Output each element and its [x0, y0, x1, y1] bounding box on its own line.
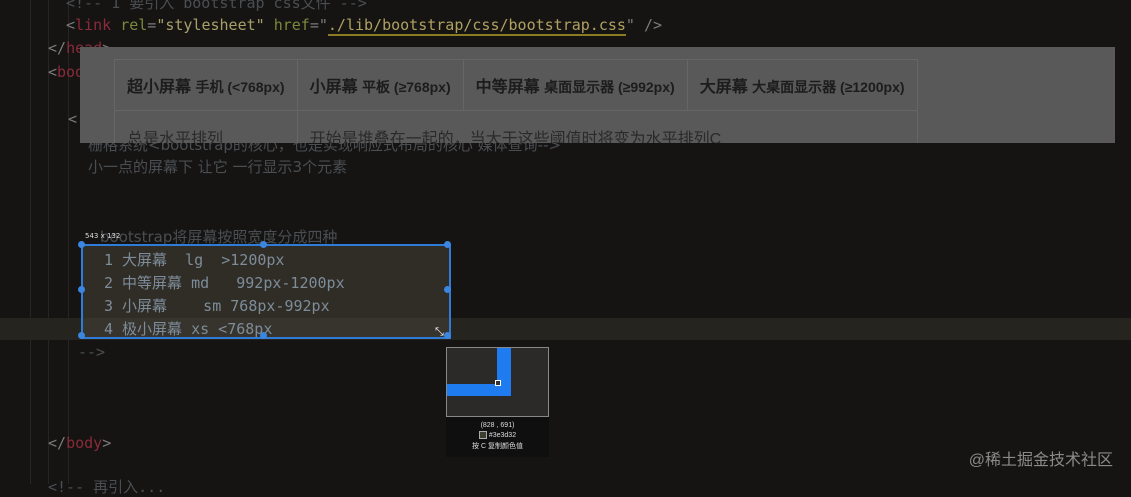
resize-handle[interactable] [444, 241, 451, 248]
color-magnifier: (828 , 691) #3e3d32 按 C 复制颜色值 [446, 347, 549, 457]
code-comment-end: --> [78, 343, 106, 361]
code-partial: <!-- 再引入... [48, 478, 166, 496]
copy-color-hint: 按 C 复制颜色值 [472, 443, 523, 450]
resize-cursor-icon: ⤡ [435, 325, 444, 338]
table-header: 大屏幕 大桌面显示器 (≥1200px) [686, 59, 918, 111]
resize-handle[interactable] [78, 286, 85, 293]
code-note: 小一点的屏幕下 让它 一行显示3个元素 [88, 158, 348, 176]
resize-handle[interactable] [444, 332, 451, 339]
table-header: 中等屏幕 桌面显示器 (≥992px) [462, 59, 688, 111]
list-item: 2 中等屏幕 md 992px-1200px [104, 274, 345, 292]
list-item: 4 极小屏幕 xs <768px [104, 320, 273, 338]
magnifier-view [446, 347, 549, 417]
list-item: 1 大屏幕 lg >1200px [104, 251, 285, 269]
resize-handle[interactable] [260, 241, 267, 248]
code-partial: < [68, 110, 78, 128]
cursor-coords: (828 , 691) [480, 422, 515, 429]
code-link-line: <link rel="stylesheet" href="./lib/boots… [66, 16, 663, 36]
resize-handle[interactable] [260, 332, 267, 339]
table-header: 超小屏幕 手机 (<768px) [114, 59, 298, 111]
table-cell: 总是水平排列 [114, 110, 298, 143]
indent-guide [30, 0, 31, 484]
code-body-close: </body> [48, 434, 112, 452]
color-value: #3e3d32 [446, 431, 549, 439]
resize-handle[interactable] [78, 241, 85, 248]
selection-size: 543 x 132 [85, 232, 121, 240]
table-header: 小屏幕 平板 (≥768px) [296, 59, 464, 111]
table-cell: 开始是堆叠在一起的，当大于这些阈值时将变为水平排列C [296, 110, 918, 143]
list-item: 3 小屏幕 sm 768px-992px [104, 297, 330, 315]
watermark: @稀土掘金技术社区 [968, 452, 1113, 469]
resize-handle[interactable] [78, 332, 85, 339]
resize-handle[interactable] [444, 286, 451, 293]
code-comment: <!-- 1 要引入 bootstrap css文件 --> [66, 0, 367, 12]
grid-table: 超小屏幕 手机 (<768px) 小屏幕 平板 (≥768px) 中等屏幕 桌面… [114, 59, 918, 143]
table-screenshot-overlay: 超小屏幕 手机 (<768px) 小屏幕 平板 (≥768px) 中等屏幕 桌面… [80, 47, 1115, 143]
